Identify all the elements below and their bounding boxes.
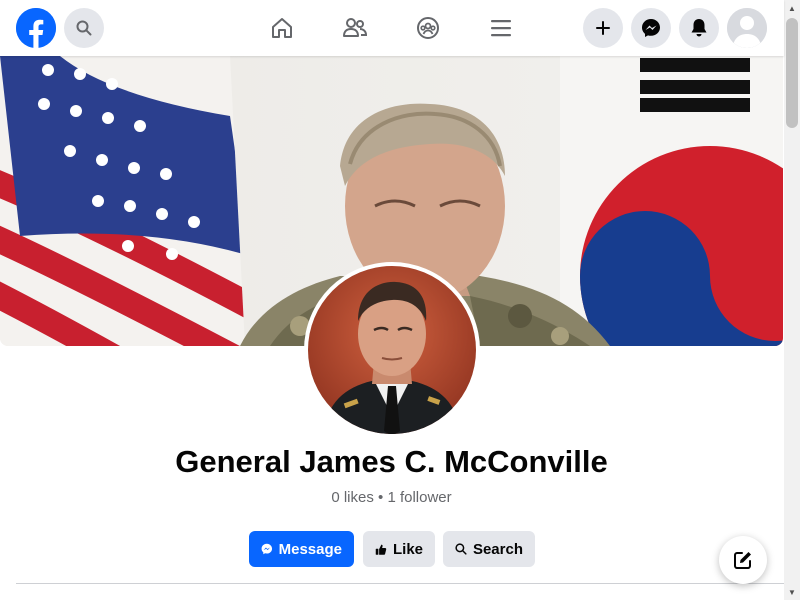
scroll-up-arrow-icon[interactable]: ▲ (784, 0, 800, 16)
thumbs-up-icon (375, 544, 387, 555)
search-button[interactable] (64, 8, 104, 48)
messenger-button[interactable] (631, 8, 671, 48)
search-page-button[interactable]: Search (443, 531, 535, 567)
facebook-logo-icon[interactable] (16, 8, 56, 48)
like-button[interactable]: Like (363, 531, 435, 567)
new-message-button[interactable] (719, 536, 767, 584)
bell-icon (691, 19, 707, 37)
search-icon (455, 543, 467, 555)
notifications-button[interactable] (679, 8, 719, 48)
scroll-down-arrow-icon[interactable]: ▼ (784, 584, 800, 600)
profile-picture[interactable] (304, 262, 480, 438)
hamburger-menu-icon (491, 20, 511, 37)
search-icon (76, 20, 92, 36)
nav-groups-button[interactable] (412, 12, 444, 44)
us-flag (0, 56, 245, 346)
friends-icon (343, 18, 368, 37)
search-button-label: Search (472, 540, 523, 558)
page-title: General James C. McConville (175, 444, 608, 479)
user-avatar-icon (727, 8, 767, 48)
messenger-icon (261, 543, 273, 555)
page-stats: 0 likes • 1 follower (331, 489, 452, 506)
compose-icon (734, 552, 751, 569)
nav-friends-button[interactable] (339, 12, 371, 44)
message-button-label: Message (278, 540, 342, 558)
messenger-icon (642, 19, 660, 37)
korean-flag (560, 56, 783, 346)
top-navigation-bar (0, 0, 784, 56)
section-divider (16, 583, 784, 584)
like-button-label: Like (392, 540, 423, 558)
home-icon (272, 18, 292, 38)
scrollbar-thumb[interactable] (786, 18, 798, 128)
plus-icon (596, 21, 610, 35)
message-button[interactable]: Message (249, 531, 354, 567)
create-button[interactable] (583, 8, 623, 48)
account-avatar[interactable] (727, 8, 767, 48)
nav-menu-button[interactable] (485, 12, 517, 44)
nav-home-button[interactable] (266, 12, 298, 44)
groups-icon (417, 17, 439, 39)
profile-photo (308, 266, 476, 434)
